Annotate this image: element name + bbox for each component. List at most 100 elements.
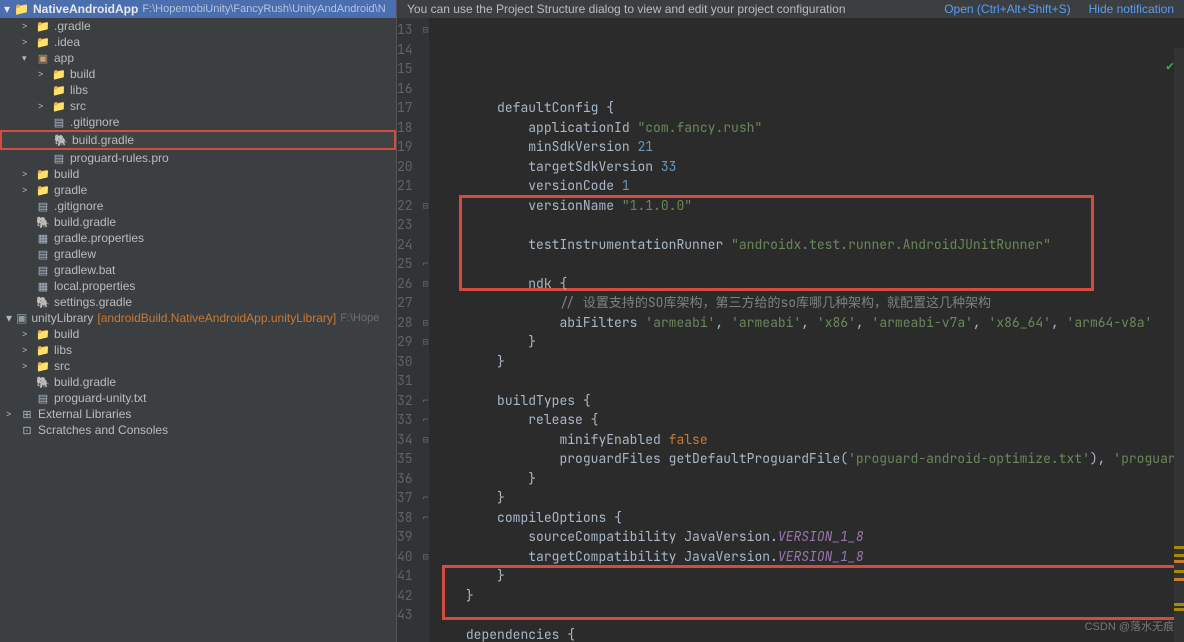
tree-item-unity_build_gradle[interactable]: 🐘 build.gradle (0, 374, 396, 390)
tree-label: .idea (54, 35, 80, 49)
chevron-right-icon: > (22, 329, 32, 339)
tree-label: settings.gradle (54, 295, 132, 309)
chevron-right-icon: > (22, 345, 32, 355)
tree-module-unity_module[interactable]: ▾▣unityLibrary [androidBuild.NativeAndro… (0, 310, 396, 326)
code-lines[interactable]: defaultConfig { applicationId "com.fancy… (429, 18, 1184, 642)
file-icon: 🐘 (36, 295, 50, 309)
tree-item-app_build_gradle[interactable]: 🐘 build.gradle (0, 130, 396, 150)
chevron-right-icon: > (22, 21, 32, 31)
tree-label: .gitignore (70, 115, 119, 129)
tree-label: local.properties (54, 279, 135, 293)
chevron-right-icon: > (38, 101, 48, 111)
error-stripe[interactable] (1174, 48, 1184, 642)
folder-icon: 📁 (14, 2, 29, 16)
spacer (22, 201, 32, 211)
tree-label: libs (54, 343, 72, 357)
tree-label: proguard-unity.txt (54, 391, 147, 405)
tree-item-app_libs[interactable]: 📁libs (0, 82, 396, 98)
code-area[interactable]: 1314151617181920212223242526272829303132… (397, 18, 1184, 642)
tree-label: src (54, 359, 70, 373)
root-path: F:\HopemobiUnity\FancyRush\UnityAndAndro… (142, 3, 385, 15)
file-icon: ⊡ (20, 423, 34, 437)
tree-label: gradlew (54, 247, 96, 261)
tree-item-ext_libs[interactable]: >⊞External Libraries (0, 406, 396, 422)
folder-icon: 📁 (36, 35, 50, 49)
tree-item-local_props[interactable]: ▦ local.properties (0, 278, 396, 294)
folder-icon: 📁 (36, 359, 50, 373)
spacer (22, 249, 32, 259)
folder-icon: 📁 (52, 67, 66, 81)
file-icon: ▤ (52, 115, 66, 129)
tree-label: build (54, 327, 79, 341)
chevron-right-icon: > (22, 185, 32, 195)
hide-notif-link[interactable]: Hide notification (1089, 2, 1174, 16)
file-icon: ▤ (36, 199, 50, 213)
tree-item-unity_build[interactable]: > 📁 build (0, 326, 396, 342)
spacer (38, 85, 48, 95)
project-root[interactable]: ▾ 📁 NativeAndroidApp F:\HopemobiUnity\Fa… (0, 0, 396, 18)
tree-label: libs (70, 83, 88, 97)
file-icon: ⊞ (20, 407, 34, 421)
tree-item-app_proguard[interactable]: ▤ proguard-rules.pro (0, 150, 396, 166)
tree-item-app_src[interactable]: >📁src (0, 98, 396, 114)
spacer (38, 153, 48, 163)
spacer (22, 217, 32, 227)
chevron-right-icon: > (22, 169, 32, 179)
file-icon: 🐘 (36, 215, 50, 229)
tree-item-gradlew_bat[interactable]: ▤ gradlew.bat (0, 262, 396, 278)
project-tree-panel[interactable]: ▾ 📁 NativeAndroidApp F:\HopemobiUnity\Fa… (0, 0, 397, 642)
chevron-right-icon: > (6, 409, 16, 419)
tree-label: gradle.properties (54, 231, 144, 245)
folder-icon: 📁 (36, 167, 50, 181)
tree-item-unity_src[interactable]: >📁src (0, 358, 396, 374)
folder-icon: 📁 (36, 183, 50, 197)
tree-item-app_gitignore[interactable]: ▤ .gitignore (0, 114, 396, 130)
file-icon: ▦ (36, 231, 50, 245)
tree-item-app_folder[interactable]: ▾▣app (0, 50, 396, 66)
tree-label: proguard-rules.pro (70, 151, 169, 165)
file-icon: 🐘 (36, 375, 50, 389)
tree-item-build_gradle2[interactable]: 🐘 build.gradle (0, 214, 396, 230)
tree-label: build.gradle (72, 133, 134, 147)
tree-label: build.gradle (54, 375, 116, 389)
tree-item-gradle_props[interactable]: ▦ gradle.properties (0, 230, 396, 246)
spacer (22, 297, 32, 307)
notification-bar: You can use the Project Structure dialog… (397, 0, 1184, 18)
file-icon: ▤ (36, 247, 50, 261)
file-icon: ▤ (36, 263, 50, 277)
tree-item-idea_folder[interactable]: > 📁 .idea (0, 34, 396, 50)
tree-label: build.gradle (54, 215, 116, 229)
tree-label: src (70, 99, 86, 113)
tree-label: build (70, 67, 95, 81)
tree-item-settings_gradle[interactable]: 🐘 settings.gradle (0, 294, 396, 310)
tree-item-build2[interactable]: > 📁 build (0, 166, 396, 182)
tree-item-gradlew[interactable]: ▤ gradlew (0, 246, 396, 262)
tree-item-gradle2[interactable]: > 📁 gradle (0, 182, 396, 198)
chevron-down-icon: ▾ (22, 53, 32, 63)
tree-item-gradle_folder[interactable]: >📁.gradle (0, 18, 396, 34)
spacer (22, 393, 32, 403)
spacer (6, 425, 16, 435)
code-editor-panel: You can use the Project Structure dialog… (397, 0, 1184, 642)
spacer (22, 233, 32, 243)
tree-item-unity_proguard[interactable]: ▤ proguard-unity.txt (0, 390, 396, 406)
folder-icon: ▣ (16, 311, 27, 325)
tree-label: .gitignore (54, 199, 103, 213)
tree-label: gradlew.bat (54, 263, 115, 277)
open-structure-link[interactable]: Open (Ctrl+Alt+Shift+S) (944, 2, 1070, 16)
tree-item-app_build[interactable]: >📁build (0, 66, 396, 82)
file-icon: ▤ (52, 151, 66, 165)
folder-icon: 📁 (36, 327, 50, 341)
file-icon: ▦ (36, 279, 50, 293)
tree-item-scratches[interactable]: ⊡Scratches and Consoles (0, 422, 396, 438)
tree-label: build (54, 167, 79, 181)
folder-icon: 📁 (36, 343, 50, 357)
file-icon: 🐘 (54, 133, 68, 147)
tree-item-unity_libs[interactable]: > 📁 libs (0, 342, 396, 358)
chevron-right-icon: > (22, 37, 32, 47)
tree-item-gitignore2[interactable]: ▤ .gitignore (0, 198, 396, 214)
root-label: NativeAndroidApp (33, 2, 138, 16)
file-icon: ▤ (36, 391, 50, 405)
tree-label: gradle (54, 183, 87, 197)
check-icon: ✔ (1166, 56, 1174, 76)
